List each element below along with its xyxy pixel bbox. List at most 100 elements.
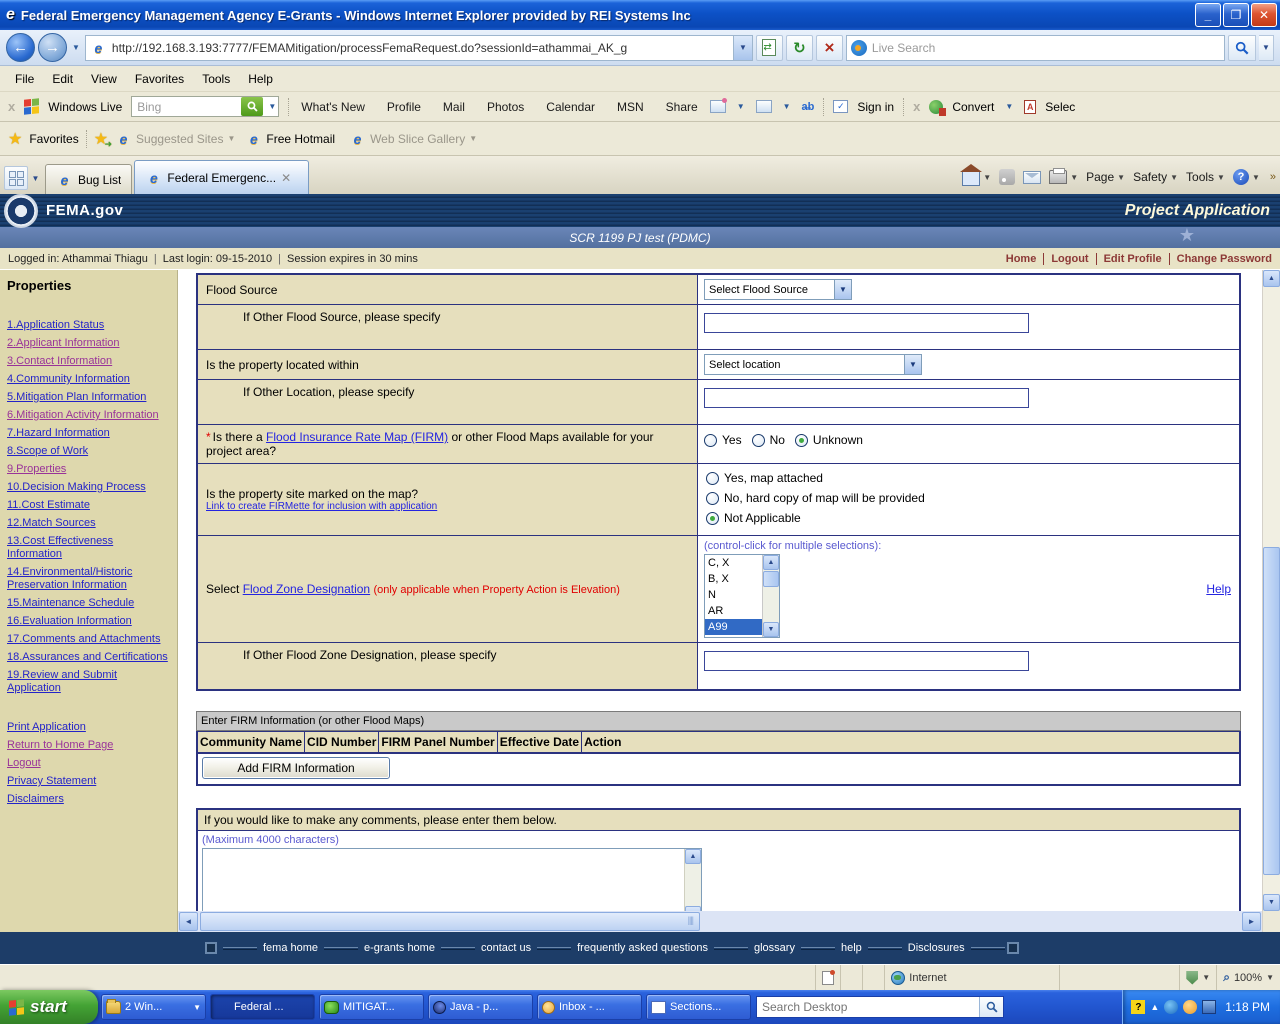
taskbar-window-button[interactable]: Java - p...: [428, 994, 533, 1020]
url-text[interactable]: http://192.168.3.193:7777/FEMAMitigation…: [112, 41, 733, 55]
live-toolbar-link[interactable]: Profile: [384, 100, 424, 114]
scrollbar-thumb[interactable]: [200, 912, 700, 931]
session-link[interactable]: Change Password: [1170, 253, 1272, 265]
tray-messenger-icon[interactable]: [1164, 1000, 1178, 1014]
live-toolbar-link[interactable]: What's New: [298, 100, 368, 114]
radio-icon[interactable]: [795, 434, 808, 447]
flood-zone-listbox[interactable]: C, XB, XNARA99 ▲ ▼: [704, 554, 780, 638]
session-link[interactable]: Home: [999, 253, 1045, 265]
favorites-button[interactable]: Favorites: [29, 132, 78, 146]
sidebar-nav-link[interactable]: 1.Application Status: [7, 319, 171, 332]
firm-radio-option[interactable]: No: [752, 433, 785, 447]
sidebar-nav-link[interactable]: 10.Decision Making Process: [7, 481, 171, 494]
tab-list-icon[interactable]: ▼: [29, 166, 42, 190]
live-toolbar-link[interactable]: Mail: [440, 100, 468, 114]
favorites-star-icon[interactable]: ★: [8, 129, 22, 149]
scroll-up-icon[interactable]: ▲: [685, 849, 701, 864]
forward-button[interactable]: →: [38, 33, 67, 62]
bing-search-input[interactable]: Bing ▼: [131, 96, 279, 117]
taskbar-window-button[interactable]: MITIGAT...: [319, 994, 424, 1020]
read-mail-icon[interactable]: [1023, 171, 1041, 184]
vertical-scrollbar[interactable]: ▲ ▼: [1262, 270, 1280, 932]
compatibility-view-button[interactable]: [756, 35, 783, 61]
print-button[interactable]: ▼: [1049, 170, 1078, 184]
sidebar-nav-link[interactable]: 7.Hazard Information: [7, 427, 171, 440]
radio-icon[interactable]: [706, 472, 719, 485]
scroll-up-icon[interactable]: ▲: [1263, 270, 1280, 287]
photos-tool-icon[interactable]: [710, 100, 726, 113]
zoom-control[interactable]: ⌕ 100% ▼: [1216, 965, 1280, 990]
live-search-box[interactable]: Live Search: [846, 35, 1225, 61]
radio-icon[interactable]: [706, 492, 719, 505]
tab-close-icon[interactable]: ✕: [281, 171, 291, 185]
layout-tool-icon[interactable]: [756, 100, 772, 113]
browser-tab[interactable]: e Bug List ✕: [45, 164, 132, 194]
search-options-icon[interactable]: ▼: [1259, 35, 1274, 61]
favorites-bar-item[interactable]: e Web Slice Gallery ▼: [349, 130, 477, 147]
tools-menu[interactable]: Tools▼: [1186, 170, 1225, 184]
scrollbar-thumb[interactable]: [1263, 547, 1280, 875]
browser-tab[interactable]: e Federal Emergenc... ✕: [134, 160, 309, 194]
menu-item[interactable]: Tools: [193, 69, 239, 89]
comments-textarea[interactable]: ▲ ▼: [202, 848, 702, 911]
sidebar-nav-link[interactable]: 8.Scope of Work: [7, 445, 171, 458]
sidebar-nav-link[interactable]: 6.Mitigation Activity Information: [7, 409, 171, 422]
desktop-search-button[interactable]: [979, 997, 1003, 1017]
radio-icon[interactable]: [706, 512, 719, 525]
map-radio-option[interactable]: Yes, map attached: [706, 471, 1233, 485]
feeds-icon[interactable]: [999, 169, 1015, 185]
sidebar-nav-link[interactable]: 18.Assurances and Certifications: [7, 651, 171, 664]
sidebar-utility-link[interactable]: Print Application: [7, 721, 171, 734]
sidebar-utility-link[interactable]: Disclaimers: [7, 793, 171, 806]
live-toolbar-link[interactable]: MSN: [614, 100, 647, 114]
footer-link[interactable]: e-grants home: [360, 942, 439, 954]
back-button[interactable]: ←: [6, 33, 35, 62]
map-radio-option[interactable]: No, hard copy of map will be provided: [706, 491, 1233, 505]
flood-zone-option[interactable]: N: [705, 587, 762, 603]
sidebar-nav-link[interactable]: 17.Comments and Attachments: [7, 633, 171, 646]
add-firm-button[interactable]: Add FIRM Information: [202, 757, 390, 779]
tray-expand-icon[interactable]: ▲: [1150, 1002, 1159, 1012]
footer-link[interactable]: contact us: [477, 942, 535, 954]
firmette-link[interactable]: Link to create FIRMette for inclusion wi…: [206, 501, 689, 512]
sidebar-nav-link[interactable]: 11.Cost Estimate: [7, 499, 171, 512]
refresh-button[interactable]: ↻: [786, 35, 813, 61]
flood-zone-option[interactable]: B, X: [705, 571, 762, 587]
textarea-scrollbar[interactable]: ▲ ▼: [684, 849, 701, 911]
footer-link[interactable]: help: [837, 942, 866, 954]
other-location-input[interactable]: [704, 388, 1029, 408]
sidebar-nav-link[interactable]: 9.Properties: [7, 463, 171, 476]
firm-radio-option[interactable]: Unknown: [795, 433, 863, 447]
flood-zone-option[interactable]: C, X: [705, 555, 762, 571]
tray-help-icon[interactable]: ?: [1131, 1000, 1145, 1014]
other-flood-source-input[interactable]: [704, 313, 1029, 333]
translate-icon[interactable]: a̶b: [802, 101, 815, 113]
scrollbar-thumb[interactable]: [763, 571, 779, 587]
property-location-select[interactable]: Select location ▼: [704, 354, 922, 375]
sidebar-nav-link[interactable]: 16.Evaluation Information: [7, 615, 171, 628]
desktop-search-box[interactable]: [756, 996, 1004, 1018]
stop-button[interactable]: ×: [816, 35, 843, 61]
radio-icon[interactable]: [704, 434, 717, 447]
sidebar-utility-link[interactable]: Logout: [7, 757, 171, 770]
sign-in-link[interactable]: Sign in: [857, 100, 894, 114]
scroll-down-icon[interactable]: ▼: [763, 622, 779, 637]
sidebar-utility-link[interactable]: Privacy Statement: [7, 775, 171, 788]
menu-item[interactable]: View: [82, 69, 126, 89]
sidebar-nav-link[interactable]: 2.Applicant Information: [7, 337, 171, 350]
bing-search-button[interactable]: [241, 97, 263, 116]
footer-link[interactable]: frequently asked questions: [573, 942, 712, 954]
map-radio-option[interactable]: Not Applicable: [706, 511, 1233, 525]
search-button[interactable]: [1228, 35, 1256, 61]
home-button[interactable]: ▼: [962, 168, 991, 186]
close-button[interactable]: ✕: [1251, 3, 1277, 27]
flood-zone-link[interactable]: Flood Zone Designation: [243, 582, 370, 596]
radio-icon[interactable]: [752, 434, 765, 447]
convert-caret-icon[interactable]: ▼: [1003, 102, 1015, 111]
sidebar-nav-link[interactable]: 14.Environmental/Historic Preservation I…: [7, 566, 171, 592]
toolbar-overflow-icon[interactable]: »: [1270, 171, 1276, 183]
scroll-left-icon[interactable]: ◄: [179, 912, 198, 931]
page-menu[interactable]: Page▼: [1086, 170, 1125, 184]
layout-tool-caret-icon[interactable]: ▼: [781, 102, 793, 111]
help-link[interactable]: Help: [1206, 582, 1231, 596]
